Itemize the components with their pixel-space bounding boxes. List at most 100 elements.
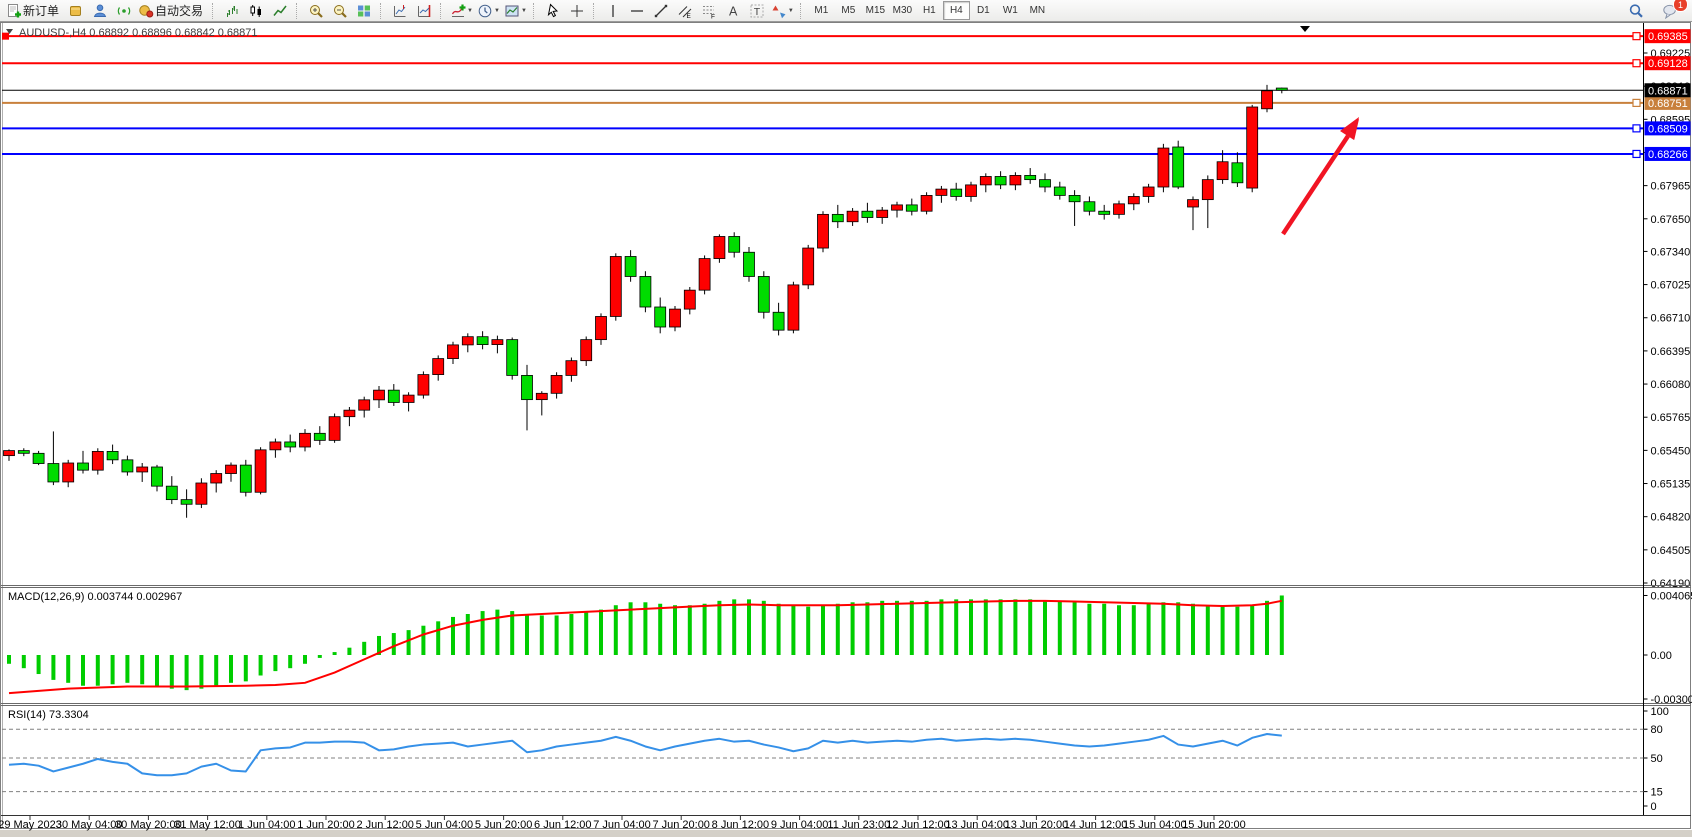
time-label: 13 Jun 20:00: [1005, 819, 1069, 831]
candle-body: [359, 400, 370, 410]
timeframe-button-w1[interactable]: W1: [997, 1, 1024, 20]
candle-body: [714, 236, 725, 258]
hline-handle[interactable]: [1633, 150, 1640, 157]
candle-body: [255, 450, 266, 492]
trendline-icon: [653, 3, 669, 19]
svg-text:T: T: [754, 6, 761, 18]
community-button[interactable]: [88, 0, 112, 21]
zoom-in-button[interactable]: [304, 0, 328, 21]
candle-body: [1143, 187, 1154, 196]
zoom-out-button[interactable]: [328, 0, 352, 21]
macd-bar: [140, 655, 144, 684]
hline-handle[interactable]: [1633, 99, 1640, 106]
candle-body: [388, 390, 399, 402]
indicators-button-dropdown-icon[interactable]: ▼: [467, 8, 473, 14]
rsi-tick: 80: [1651, 724, 1663, 736]
candlestick-chart-button[interactable]: [244, 0, 268, 21]
macd-bar: [703, 604, 707, 655]
timeframe-button-d1[interactable]: D1: [970, 1, 997, 20]
trendline-button[interactable]: [649, 0, 673, 21]
macd-bar: [569, 614, 573, 655]
indicators-button[interactable]: ▼: [448, 0, 475, 21]
horizontal-line-button[interactable]: [625, 0, 649, 21]
timeframe-button-m30[interactable]: M30: [889, 1, 916, 20]
time-label: 30 May 20:00: [115, 819, 182, 831]
candle-body: [921, 195, 932, 211]
channel-button[interactable]: E: [673, 0, 697, 21]
macd-bar: [111, 655, 115, 684]
template-icon: [504, 3, 520, 19]
clock-icon: [477, 3, 493, 19]
toolbar-separator: [800, 3, 804, 19]
svg-text:0.68871: 0.68871: [1648, 85, 1688, 97]
chart-shift-button[interactable]: [388, 0, 412, 21]
macd-bar: [288, 655, 292, 668]
notifications-button[interactable]: 1: [1658, 0, 1682, 21]
bar-chart-button[interactable]: [220, 0, 244, 21]
periods-button[interactable]: ▼: [475, 0, 502, 21]
candle-body: [1084, 202, 1095, 211]
line-chart-button[interactable]: [268, 0, 292, 21]
indicator-icon: [450, 3, 466, 19]
candle-body: [803, 248, 814, 285]
signals-button[interactable]: [112, 0, 136, 21]
macd-bar: [954, 599, 958, 655]
notification-badge: 1: [1673, 0, 1688, 12]
time-label: 30 May 04:00: [56, 819, 123, 831]
shapes-button-dropdown-icon[interactable]: ▼: [788, 8, 794, 14]
cursor-button[interactable]: [541, 0, 565, 21]
rsi-tick: 100: [1651, 706, 1669, 718]
shapes-button[interactable]: ▼: [769, 0, 796, 21]
macd-bar: [1221, 607, 1225, 655]
macd-bar: [244, 655, 248, 681]
macd-bar: [510, 611, 514, 655]
hline-handle[interactable]: [1633, 33, 1640, 40]
macd-bar: [688, 605, 692, 655]
macd-bar: [318, 655, 322, 658]
label-button[interactable]: T: [745, 0, 769, 21]
market-button[interactable]: [64, 0, 88, 21]
hline-handle[interactable]: [1633, 125, 1640, 132]
price-axis[interactable]: 0.692250.689100.685950.682800.679650.676…: [1644, 29, 1692, 813]
templates-button-dropdown-icon[interactable]: ▼: [521, 8, 527, 14]
candle-body: [1247, 107, 1258, 188]
fibonacci-button[interactable]: F: [697, 0, 721, 21]
candle-body: [877, 210, 888, 217]
candle-body: [240, 465, 251, 492]
vertical-line-button[interactable]: [601, 0, 625, 21]
time-label: 5 Jun 04:00: [416, 819, 474, 831]
timeframe-button-m15[interactable]: M15: [862, 1, 889, 20]
macd-bar: [614, 605, 618, 655]
candle-body: [33, 453, 44, 463]
templates-button[interactable]: ▼: [502, 0, 529, 21]
timeframe-button-m5[interactable]: M5: [835, 1, 862, 20]
search-button[interactable]: [1624, 0, 1648, 21]
candle-body: [1202, 180, 1213, 200]
candle-body: [1262, 91, 1273, 109]
macd-bar: [1117, 605, 1121, 655]
crosshair-button[interactable]: [565, 0, 589, 21]
timeframe-button-h4[interactable]: H4: [943, 1, 970, 20]
new-order-button[interactable]: 新订单: [4, 0, 64, 21]
candle-body: [462, 337, 473, 345]
macd-bar: [407, 630, 411, 655]
hline-handle-left[interactable]: [2, 33, 9, 40]
chart-autoscroll-button[interactable]: [412, 0, 436, 21]
candle-body: [477, 337, 488, 345]
autotrade-button[interactable]: 自动交易: [136, 0, 208, 21]
text-button[interactable]: A: [721, 0, 745, 21]
time-label: 15 Jun 20:00: [1182, 819, 1246, 831]
timeframe-button-h1[interactable]: H1: [916, 1, 943, 20]
candle-body: [610, 256, 621, 316]
time-axis[interactable]: 29 May 202330 May 04:0030 May 20:0031 Ma…: [0, 816, 1246, 831]
candle-body: [655, 307, 666, 327]
rsi-tick: 15: [1651, 787, 1663, 799]
macd-bar: [303, 655, 307, 664]
time-label: 1 Jun 04:00: [238, 819, 296, 831]
timeframe-button-m1[interactable]: M1: [808, 1, 835, 20]
hline-handle[interactable]: [1633, 60, 1640, 67]
periods-button-dropdown-icon[interactable]: ▼: [494, 8, 500, 14]
tile-windows-button[interactable]: [352, 0, 376, 21]
timeframe-button-mn[interactable]: MN: [1024, 1, 1051, 20]
time-label: 15 Jun 04:00: [1123, 819, 1187, 831]
